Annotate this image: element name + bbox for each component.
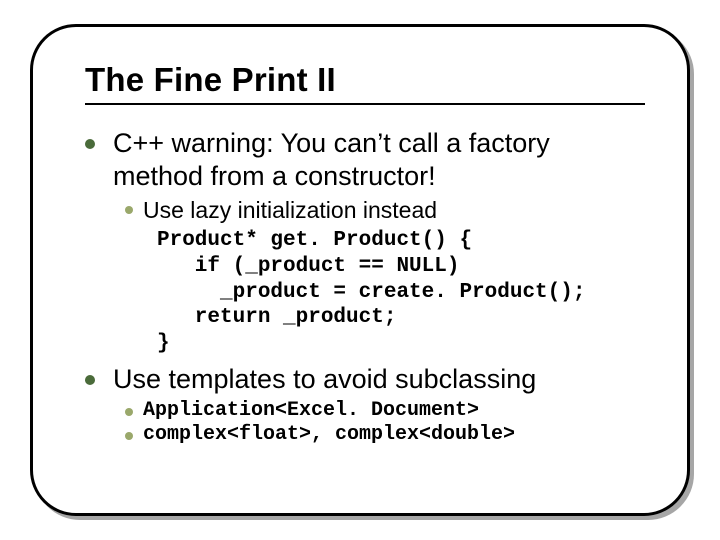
bullet-dot-icon xyxy=(85,375,95,385)
bullet-dot-icon xyxy=(125,432,133,440)
bullet-level2: Application<Excel. Document> xyxy=(125,399,647,423)
subbullet-text: Use lazy initialization instead xyxy=(143,197,437,225)
title-rule xyxy=(85,103,645,105)
bullet-level2: complex<float>, complex<double> xyxy=(125,423,647,447)
slide-title: The Fine Print II xyxy=(85,61,647,99)
bullet-level2: Use lazy initialization instead xyxy=(125,197,647,225)
bullet-level1: Use templates to avoid subclassing xyxy=(85,363,647,396)
subbullet-text: complex<float>, complex<double> xyxy=(143,423,515,447)
subbullet-text: Application<Excel. Document> xyxy=(143,399,479,423)
code-block: Product* get. Product() { if (_product =… xyxy=(157,228,647,356)
bullet-dot-icon xyxy=(85,139,95,149)
bullet-dot-icon xyxy=(125,206,133,214)
bullet-text: C++ warning: You can’t call a factory me… xyxy=(113,127,647,193)
bullet-dot-icon xyxy=(125,408,133,416)
bullet-level1: C++ warning: You can’t call a factory me… xyxy=(85,127,647,193)
slide-frame: The Fine Print II C++ warning: You can’t… xyxy=(30,24,690,516)
bullet-text: Use templates to avoid subclassing xyxy=(113,363,536,396)
